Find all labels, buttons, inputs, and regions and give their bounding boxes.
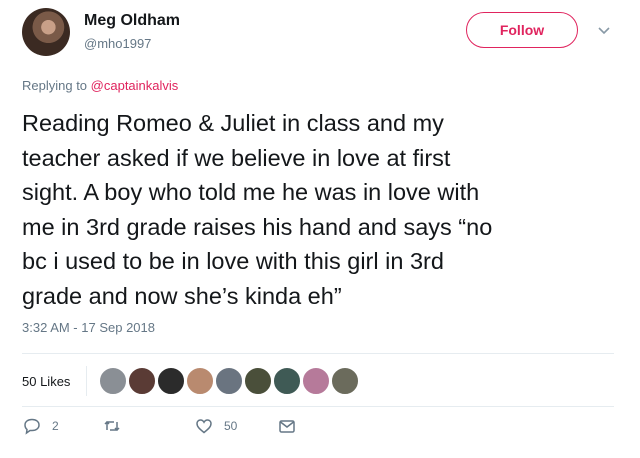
likes-count[interactable]: 50 Likes: [22, 374, 70, 389]
author-avatar[interactable]: [22, 8, 70, 56]
author-name[interactable]: Meg Oldham: [84, 12, 180, 30]
replying-to: Replying to @captainkalvis: [22, 78, 178, 93]
likers-list: [99, 367, 360, 395]
retweet-button[interactable]: [102, 414, 132, 438]
tweet-timestamp[interactable]: 3:32 AM - 17 Sep 2018: [22, 320, 155, 335]
reply-icon: [24, 418, 40, 435]
tweet-header: Meg Oldham @mho1997 Follow: [22, 8, 622, 60]
like-button[interactable]: 50: [194, 414, 237, 438]
chevron-down-icon[interactable]: [594, 20, 614, 40]
liker-avatar[interactable]: [157, 367, 186, 395]
tweet-line: teacher asked if we believe in love at f…: [22, 144, 451, 171]
liker-avatar[interactable]: [331, 367, 360, 395]
tweet-line: Reading Romeo & Juliet in class and my: [22, 110, 444, 136]
divider: [86, 366, 88, 396]
liker-avatar[interactable]: [302, 367, 331, 395]
tweet-actions: 2 50: [22, 414, 322, 438]
follow-button[interactable]: Follow: [466, 12, 578, 48]
message-button[interactable]: [277, 414, 297, 438]
liker-avatar[interactable]: [273, 367, 302, 395]
liker-avatar[interactable]: [99, 367, 128, 395]
replying-to-link[interactable]: @captainkalvis: [91, 78, 179, 93]
likes-row: 50 Likes: [22, 363, 614, 399]
tweet-line: bc i used to be in love with this girl i…: [22, 248, 444, 274]
liker-avatar[interactable]: [128, 367, 157, 395]
reply-button[interactable]: 2: [22, 414, 59, 438]
tweet-line: grade and now she’s kinda eh”: [22, 282, 342, 309]
liker-avatar[interactable]: [244, 367, 273, 395]
envelope-icon: [279, 420, 295, 433]
tweet-line: me in 3rd grade raises his hand and says…: [22, 213, 493, 240]
author-handle[interactable]: @mho1997: [84, 36, 151, 51]
liker-avatar[interactable]: [186, 367, 215, 395]
liker-avatar[interactable]: [215, 367, 244, 395]
divider: [22, 406, 614, 407]
heart-icon: [196, 419, 212, 434]
divider: [22, 353, 614, 354]
tweet-line: sight. A boy who told me he was in love …: [22, 179, 480, 205]
tweet-text: Reading Romeo & Juliet in class and my t…: [22, 106, 622, 313]
retweet-icon: [104, 420, 120, 432]
reply-count: 2: [52, 419, 59, 433]
like-count: 50: [224, 419, 238, 433]
replying-to-prefix: Replying to: [22, 78, 91, 93]
